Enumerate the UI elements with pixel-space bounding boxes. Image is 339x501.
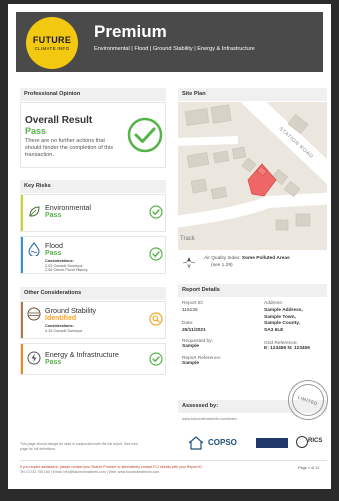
site-map-drawing xyxy=(178,102,327,250)
report-subtitle: Environmental | Flood | Ground Stability… xyxy=(94,46,255,52)
address-line: SA3 6LE xyxy=(264,327,284,333)
search-circle-icon xyxy=(149,312,163,326)
overall-result-description: There are no further actions that should… xyxy=(25,138,114,158)
check-circle-icon xyxy=(149,205,163,219)
risk-name: Energy & Infrastructure xyxy=(45,350,119,359)
site-plan-heading: Site Plan xyxy=(178,88,327,101)
report-header: FUTURE CLIMATE INFO Premium Environmenta… xyxy=(16,12,323,72)
footer-note: This page should always be read in conju… xyxy=(20,442,138,451)
stamp-seal: LIMITED xyxy=(282,374,334,426)
risk-value: Pass xyxy=(45,250,62,257)
risk-value: Pass xyxy=(45,212,62,219)
aqi-label: Air Quality Index: xyxy=(204,256,241,261)
report-id-label: Report ID: xyxy=(182,301,204,306)
other-considerations-heading: Other Considerations xyxy=(20,287,166,300)
considerations-label: Considerations: xyxy=(45,324,74,328)
report-title: Premium xyxy=(94,22,167,41)
report-details-heading: Report Details xyxy=(178,284,327,297)
energy-icon xyxy=(27,351,41,365)
overall-result-card: Overall Result Pass There are no further… xyxy=(20,102,166,168)
risk-name: Ground Stability xyxy=(45,306,97,315)
risk-flood-card: Flood Pass Considerations: 2.03 Consult … xyxy=(20,236,166,274)
energy-infrastructure-card: Energy & Infrastructure Pass xyxy=(20,343,166,375)
overall-result-title: Overall Result xyxy=(25,115,93,126)
risk-environmental-card: Environmental Pass xyxy=(20,194,166,232)
consideration-item: 3.15 Consult Surveyor xyxy=(45,329,83,333)
air-quality-row: Air Quality Index: Some Polluted Areas xyxy=(204,256,290,261)
water-drop-icon xyxy=(28,242,40,256)
risk-value: Pass xyxy=(45,359,62,366)
requested-value: Sample xyxy=(182,343,200,349)
considerations-label: Considerations: xyxy=(45,259,74,263)
overall-result-value: Pass xyxy=(25,126,47,136)
risk-color-bar xyxy=(21,195,23,231)
key-risks-heading: Key Risks xyxy=(20,180,166,193)
professional-opinion-heading: Professional Opinion xyxy=(20,88,166,101)
track-label: Track xyxy=(180,236,195,242)
consideration-item: 2.06 Check Flood History xyxy=(45,268,88,272)
report-details-right: Address: Sample Address, Sample Town, Sa… xyxy=(264,301,310,353)
footer-contact: Tel: 01732 755 180 | Email: info@futurec… xyxy=(20,470,160,474)
risk-color-bar xyxy=(21,237,23,273)
copso-logo: COPSO xyxy=(208,438,237,447)
aqi-sub: (see 1.29) xyxy=(211,263,233,268)
stamp-text: LIMITED xyxy=(297,394,319,406)
logo-subword: CLIMATE INFO xyxy=(34,46,70,51)
check-circle-icon xyxy=(149,352,163,366)
date-value: 25/11/2021 xyxy=(182,328,206,333)
report-details-left: Report ID: 115125 Date: 25/11/2021 Reque… xyxy=(182,301,221,368)
address-label: Address: xyxy=(264,301,283,306)
footer-help: If you require assistance, please contac… xyxy=(20,465,203,469)
check-circle-icon xyxy=(149,247,163,261)
risk-name: Environmental xyxy=(45,203,91,212)
ground-stability-card: Ground Stability Identified Consideratio… xyxy=(20,301,166,339)
risk-name: Flood xyxy=(45,241,63,250)
risk-color-bar xyxy=(21,302,23,338)
page-number: Page 1 of 12 xyxy=(298,466,320,470)
property-ombudsman-logo xyxy=(256,438,288,448)
compass-icon xyxy=(180,256,198,269)
assessed-url: www.futureclimateinfo.com/team xyxy=(182,417,237,421)
logo-word: FUTURE xyxy=(32,35,72,45)
date-label: Date: xyxy=(182,321,194,326)
report-id-value: 115125 xyxy=(182,308,198,313)
risk-value: Identified xyxy=(45,315,77,322)
house-logo-icon xyxy=(188,436,204,455)
report-page: FUTURE CLIMATE INFO Premium Environmenta… xyxy=(8,4,334,489)
aqi-value: Some Polluted Areas xyxy=(241,256,290,261)
risk-color-bar xyxy=(21,344,23,374)
rics-logo: RICS xyxy=(308,438,323,444)
rics-globe-icon xyxy=(296,436,308,448)
leaf-icon xyxy=(29,206,40,217)
grid-value: E: 123456 N: 123456 xyxy=(264,346,310,351)
check-circle-icon xyxy=(127,117,163,153)
reference-value: Sample xyxy=(182,361,200,366)
ground-layers-icon xyxy=(27,307,41,321)
site-plan-map: STATION ROAD Track xyxy=(178,102,327,250)
future-climate-logo: FUTURE CLIMATE INFO xyxy=(26,17,78,69)
footer-divider xyxy=(20,460,327,461)
